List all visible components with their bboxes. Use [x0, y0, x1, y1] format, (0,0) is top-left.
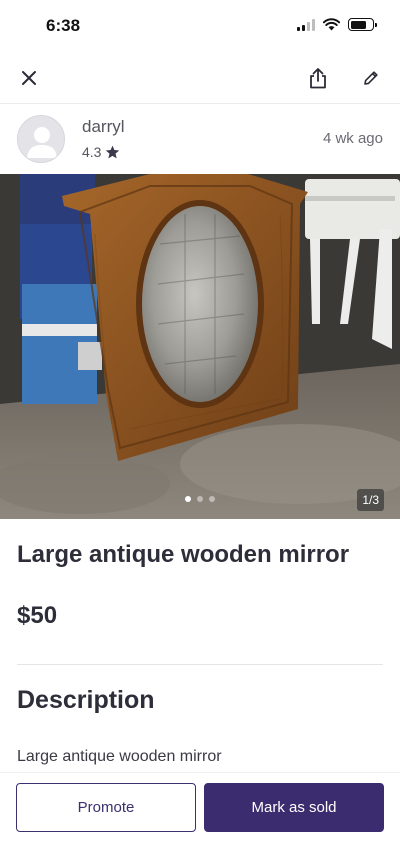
close-button[interactable]: [13, 62, 45, 94]
bottom-action-bar: Promote Mark as sold: [0, 772, 400, 866]
seller-rating: 4.3: [82, 144, 120, 160]
avatar[interactable]: [17, 115, 65, 163]
edit-button[interactable]: [355, 62, 387, 94]
seller-name[interactable]: darryl: [82, 117, 125, 137]
listing-title: Large antique wooden mirror: [17, 541, 350, 568]
seller-row[interactable]: darryl 4.3 4 wk ago: [0, 104, 400, 174]
status-icons: [297, 18, 377, 31]
pencil-icon: [364, 71, 378, 85]
mark-as-sold-button[interactable]: Mark as sold: [204, 783, 384, 832]
cellular-signal-icon: [297, 18, 315, 31]
star-icon: [106, 145, 120, 159]
top-nav: [0, 52, 400, 104]
share-icon: [310, 68, 326, 89]
photo-counter: 1/3: [357, 489, 384, 511]
carousel-dot[interactable]: [185, 496, 191, 502]
wifi-icon: [323, 18, 340, 31]
share-button[interactable]: [302, 62, 334, 94]
promote-button[interactable]: Promote: [16, 783, 196, 832]
description-heading: Description: [17, 686, 155, 714]
posted-time: 4 wk ago: [322, 130, 383, 147]
divider: [17, 664, 383, 665]
default-avatar-icon: [27, 127, 57, 158]
close-icon: [22, 71, 36, 85]
status-time: 6:38: [46, 16, 81, 35]
listing-photo: [0, 174, 400, 519]
carousel-dot[interactable]: [209, 496, 215, 502]
carousel-dots: [0, 496, 400, 502]
status-bar: 6:38: [0, 0, 400, 52]
listing-photo-carousel[interactable]: 1/3: [0, 174, 400, 519]
battery-icon: [348, 18, 377, 31]
rating-value: 4.3: [82, 144, 102, 160]
description-text: Large antique wooden mirror: [17, 748, 222, 765]
listing-price: $50: [17, 602, 58, 629]
carousel-dot[interactable]: [197, 496, 203, 502]
